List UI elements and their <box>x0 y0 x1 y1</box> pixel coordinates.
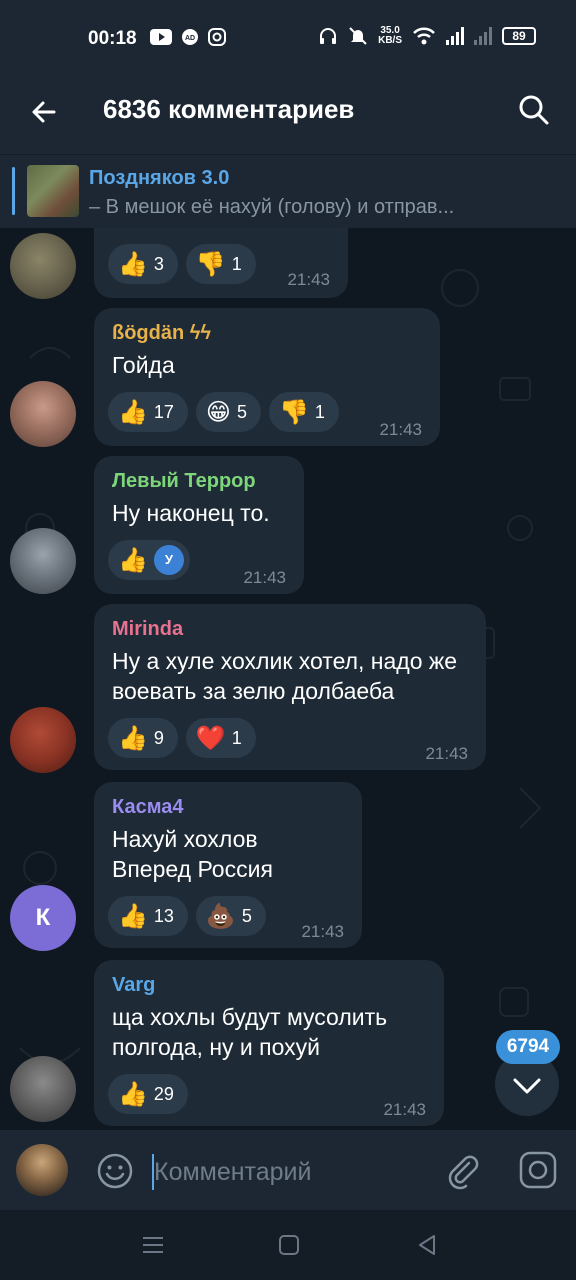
network-speed: 35.0 KB/S <box>378 25 402 46</box>
pinned-text: – В мешок её нахуй (голову) и отправ... <box>89 196 455 218</box>
reaction-heart[interactable]: ❤️ 1 <box>185 718 256 758</box>
reactions: 👍 13 💩 5 <box>108 896 266 936</box>
message-bubble[interactable]: Mirinda Ну а хуле хохлик хотел, надо же … <box>94 604 486 770</box>
message-time: 21:43 <box>301 922 344 941</box>
reactor-avatar: У <box>153 545 184 575</box>
sender-name[interactable]: ßögdän ϟϟ <box>112 322 211 345</box>
home-icon[interactable] <box>274 1230 304 1260</box>
avatar[interactable]: К <box>10 885 76 951</box>
reaction-thumbs-up[interactable]: 👍 29 <box>108 1074 188 1114</box>
paperclip-icon[interactable] <box>442 1150 482 1190</box>
comment-input-bar <box>0 1130 576 1210</box>
battery-icon: 89 <box>502 27 536 45</box>
reaction-grin[interactable]: 😁 5 <box>195 392 261 432</box>
sender-name[interactable]: Левый Террор <box>112 470 256 493</box>
message-bubble[interactable]: 👍 3 👎 1 21:43 <box>94 228 348 298</box>
reaction-thumbs-up[interactable]: 👍 3 <box>108 244 178 284</box>
reaction-thumbs-down[interactable]: 👎 1 <box>268 392 339 432</box>
wifi-icon <box>413 27 435 45</box>
menu-icon[interactable] <box>138 1230 168 1260</box>
message-text: ща хохлы будут мусолить полгода, ну и по… <box>112 1004 388 1060</box>
reaction-thumbs-down[interactable]: 👎 1 <box>185 244 256 284</box>
status-time: 00:18 <box>88 28 137 49</box>
avatar[interactable] <box>10 528 76 594</box>
arrow-left-icon[interactable] <box>24 92 64 132</box>
avatar-letter: К <box>35 904 51 931</box>
youtube-icon <box>150 29 172 45</box>
page-title: 6836 комментариев <box>103 94 355 124</box>
avatar[interactable] <box>10 707 76 773</box>
status-system-icons: 35.0 KB/S 89 <box>318 26 536 46</box>
message-text: Гойда <box>112 352 175 378</box>
search-icon[interactable] <box>514 90 554 130</box>
reaction-thumbs-up[interactable]: 👍 17 <box>108 392 188 432</box>
pinned-channel-name: Поздняков 3.0 <box>89 167 230 189</box>
reaction-thumbs-up[interactable]: 👍 13 <box>108 896 188 936</box>
message-text: Ну наконец то. <box>112 500 270 526</box>
reactions: 👍 9 ❤️ 1 <box>108 718 256 758</box>
message-bubble[interactable]: Левый Террор Ну наконец то. 👍 У 21:43 <box>94 456 304 594</box>
message-text: Ну а хуле хохлик хотел, надо же воевать … <box>112 648 458 704</box>
signal-2-icon <box>474 27 492 45</box>
svg-text:AD: AD <box>185 35 195 42</box>
message-time: 21:43 <box>287 270 330 289</box>
chat-area[interactable]: 👍 3 👎 1 21:43 ßögdän ϟϟ Гойда 👍 17 😁 5 👎 1 21… <box>0 228 576 1130</box>
reaction-thumbs-up[interactable]: 👍 У <box>108 540 190 580</box>
message-bubble[interactable]: Касма4 Нахуй хохлов Вперед Россия 👍 13 💩 5… <box>94 782 362 948</box>
instagram-icon <box>208 28 226 46</box>
reaction-poop[interactable]: 💩 5 <box>195 896 266 936</box>
message-bubble[interactable]: Varg ща хохлы будут мусолить полгода, ну… <box>94 960 444 1126</box>
sender-name[interactable]: Varg <box>112 974 155 997</box>
my-avatar[interactable] <box>16 1144 68 1196</box>
status-notification-icons: AD <box>150 28 226 46</box>
avatar[interactable] <box>10 233 76 299</box>
message-text: Нахуй хохлов Вперед Россия <box>112 826 273 882</box>
status-bar: 00:18 AD 35.0 KB/S 89 <box>0 0 576 72</box>
ad-icon: AD <box>182 29 198 45</box>
avatar[interactable] <box>10 381 76 447</box>
avatar[interactable] <box>10 1056 76 1122</box>
message-time: 21:43 <box>425 744 468 763</box>
message-bubble[interactable]: ßögdän ϟϟ Гойда 👍 17 😁 5 👎 1 21:43 <box>94 308 440 446</box>
camera-icon[interactable] <box>518 1150 558 1190</box>
pinned-message[interactable]: Поздняков 3.0 – В мешок её нахуй (голову… <box>0 154 576 228</box>
reactions: 👍 3 👎 1 <box>108 244 256 284</box>
reactions: 👍 У <box>108 540 190 580</box>
bell-muted-icon <box>349 27 367 45</box>
signal-icon <box>446 27 464 45</box>
headphones-icon <box>320 28 337 44</box>
message-time: 21:43 <box>383 1100 426 1119</box>
message-time: 21:43 <box>243 568 286 587</box>
pinned-thumbnail <box>27 165 79 217</box>
comment-input[interactable] <box>154 1152 434 1192</box>
message-time: 21:43 <box>379 420 422 439</box>
reaction-thumbs-up[interactable]: 👍 9 <box>108 718 178 758</box>
app-header: 6836 комментариев <box>0 72 576 154</box>
pinned-indicator <box>12 167 15 215</box>
reactions: 👍 17 😁 5 👎 1 <box>108 392 339 432</box>
system-nav-bar <box>0 1210 576 1280</box>
back-triangle-icon[interactable] <box>412 1230 442 1260</box>
unread-count-badge[interactable]: 6794 <box>496 1030 560 1064</box>
sender-name[interactable]: Mirinda <box>112 618 183 641</box>
emoji-icon[interactable] <box>96 1152 134 1190</box>
sender-name[interactable]: Касма4 <box>112 796 183 819</box>
reactions: 👍 29 <box>108 1074 188 1114</box>
